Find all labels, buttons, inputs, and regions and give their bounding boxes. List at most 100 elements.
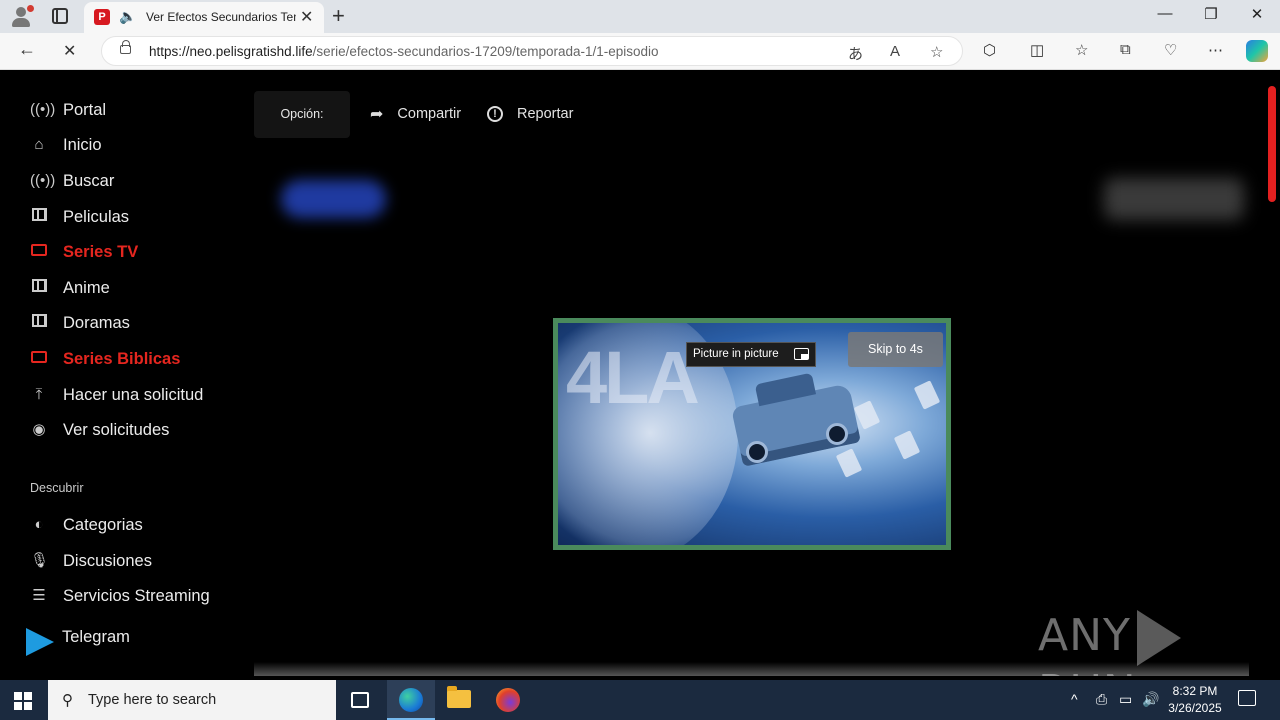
- firefox-icon: [496, 688, 520, 712]
- clock-time: 8:32 PM: [1172, 684, 1218, 698]
- broadcast-icon: ((•)): [30, 101, 56, 118]
- sidebar-item-portal[interactable]: ((•)) Portal: [30, 98, 106, 122]
- sidebar-item-servicios-streaming[interactable]: ☰ Servicios Streaming: [30, 584, 209, 608]
- picture-in-picture-button[interactable]: Picture in picture: [686, 342, 816, 367]
- taskbar-edge[interactable]: [387, 680, 435, 720]
- sidebar-item-label: Ver solicitudes: [63, 420, 170, 439]
- sidebar-item-series-tv[interactable]: Series TV: [30, 240, 138, 264]
- device-icon[interactable]: ⎙: [1096, 691, 1107, 708]
- sidebar-item-telegram[interactable]: Telegram: [26, 622, 130, 656]
- minimize-button[interactable]: —: [1142, 5, 1188, 22]
- telegram-icon: [26, 628, 58, 656]
- section-title-descubrir: Descubrir: [30, 481, 84, 495]
- extensions-icon[interactable]: ⬡: [983, 41, 996, 59]
- sidebar-item-inicio[interactable]: ⌂ Inicio: [30, 133, 101, 157]
- web-page: ((•)) Portal ⌂ Inicio ((•)) Buscar Pelic…: [4, 70, 1276, 676]
- clock-date: 3/26/2025: [1168, 701, 1222, 715]
- blurred-button-right[interactable]: [1104, 178, 1244, 220]
- edge-icon: [399, 688, 423, 712]
- sidebar-item-anime[interactable]: Anime: [30, 276, 110, 300]
- network-icon[interactable]: ▭: [1119, 691, 1132, 708]
- sidebar-item-ver-solicitudes[interactable]: ◉ Ver solicitudes: [30, 418, 169, 442]
- microphone-icon: 🎙: [30, 552, 50, 569]
- sidebar-item-label: Doramas: [63, 313, 130, 332]
- blurred-button-left[interactable]: [281, 180, 386, 218]
- sidebar-item-label: Hacer una solicitud: [63, 385, 204, 404]
- sidebar-item-peliculas[interactable]: Peliculas: [30, 205, 129, 229]
- address-toolbar: ← ✕ https://neo.pelisgratishd.life/serie…: [0, 33, 1280, 70]
- translate-icon[interactable]: あ: [848, 43, 863, 64]
- share-button[interactable]: ➦ Compartir: [370, 104, 461, 124]
- sidebar-item-label: Telegram: [62, 627, 130, 646]
- folder-icon: [447, 686, 471, 708]
- browser-tab[interactable]: P 🔈 Ver Efectos Secundarios Tem ✕: [84, 2, 324, 33]
- notification-icon[interactable]: [1238, 690, 1256, 706]
- film-icon: [30, 208, 48, 226]
- broadcast-icon: ((•)): [30, 172, 56, 189]
- sidebar-item-label: Anime: [63, 278, 110, 297]
- url-bar[interactable]: https://neo.pelisgratishd.life/serie/efe…: [101, 36, 963, 66]
- browser-essentials-icon[interactable]: ♡: [1164, 41, 1177, 59]
- split-screen-icon[interactable]: ◫: [1030, 41, 1044, 59]
- volume-icon[interactable]: 🔊: [1142, 691, 1159, 708]
- home-icon: ⌂: [34, 136, 44, 153]
- sidebar-item-label: Series Biblicas: [63, 349, 181, 368]
- close-window-button[interactable]: ✕: [1234, 5, 1280, 23]
- sidebar-item-label: Portal: [63, 100, 107, 119]
- lock-icon[interactable]: [120, 40, 131, 54]
- more-menu-icon[interactable]: ⋯: [1208, 41, 1223, 59]
- read-aloud-icon[interactable]: A: [890, 43, 900, 60]
- site-favicon-icon: P: [94, 9, 110, 25]
- url-text[interactable]: https://neo.pelisgratishd.life/serie/efe…: [149, 44, 659, 59]
- sidebar-item-buscar[interactable]: ((•)) Buscar: [30, 169, 114, 193]
- favorite-star-icon[interactable]: ☆: [930, 43, 943, 61]
- close-tab-icon[interactable]: ✕: [300, 7, 313, 27]
- sidebar-item-categorias[interactable]: ◐ Categorias: [30, 513, 142, 537]
- tv-icon: [30, 243, 48, 261]
- sidebar-item-label: Discusiones: [63, 551, 152, 570]
- taskbar-file-explorer[interactable]: [435, 680, 483, 720]
- page-scrollbar[interactable]: [1268, 86, 1276, 202]
- profile-icon[interactable]: [8, 4, 34, 28]
- taskbar-firefox[interactable]: [484, 680, 532, 720]
- skip-ad-button[interactable]: Skip to 4s: [848, 332, 943, 367]
- tab-title: Ver Efectos Secundarios Tem: [146, 10, 296, 24]
- share-arrow-icon: ➦: [370, 106, 384, 123]
- sidebar-item-label: Buscar: [63, 171, 115, 190]
- task-view-icon: [351, 692, 369, 708]
- anyrun-watermark-logo: ANYRUN: [1038, 610, 1276, 676]
- windows-start-icon[interactable]: [14, 692, 32, 710]
- windows-taskbar: ⚲ Type here to search ^ ⎙ ▭ 🔊 8:32 PM 3/…: [0, 680, 1280, 720]
- back-button[interactable]: ←: [18, 39, 36, 60]
- ad-background-text: 4LA: [566, 336, 700, 419]
- report-label: Reportar: [517, 106, 574, 122]
- tab-actions-icon[interactable]: [52, 8, 68, 24]
- sidebar: ((•)) Portal ⌂ Inicio ((•)) Buscar Pelic…: [4, 70, 254, 676]
- audio-playing-icon[interactable]: 🔈: [119, 8, 136, 25]
- sidebar-item-doramas[interactable]: Doramas: [30, 311, 130, 335]
- pip-icon: [794, 348, 809, 360]
- restore-button[interactable]: ❐: [1188, 5, 1234, 23]
- sidebar-item-hacer-solicitud[interactable]: ⤒ Hacer una solicitud: [30, 383, 204, 407]
- new-tab-button[interactable]: +: [332, 3, 345, 29]
- stop-loading-button[interactable]: ✕: [63, 41, 76, 61]
- half-circle-icon: ◐: [34, 516, 44, 533]
- sidebar-item-series-biblicas[interactable]: Series Biblicas: [30, 347, 180, 371]
- copilot-icon[interactable]: [1246, 40, 1268, 62]
- film-icon: [30, 314, 48, 332]
- task-view-button[interactable]: [336, 680, 384, 720]
- favorites-icon[interactable]: ☆: [1075, 41, 1088, 59]
- option-button[interactable]: Opción:: [254, 91, 350, 138]
- tv-icon: [30, 350, 48, 368]
- report-button[interactable]: ! Reportar: [487, 106, 573, 122]
- browser-tab-strip: P 🔈 Ver Efectos Secundarios Tem ✕ + — ❐ …: [0, 0, 1280, 33]
- taskbar-search[interactable]: ⚲ Type here to search: [48, 680, 336, 720]
- eye-icon: ◉: [32, 421, 46, 438]
- search-icon: ⚲: [62, 692, 73, 709]
- search-placeholder: Type here to search: [88, 692, 217, 708]
- upload-icon: ⤒: [35, 386, 43, 403]
- collections-icon[interactable]: ⧉: [1120, 41, 1131, 58]
- chevron-up-icon[interactable]: ^: [1071, 691, 1078, 707]
- sidebar-item-discusiones[interactable]: 🎙 Discusiones: [30, 549, 152, 573]
- system-clock[interactable]: 8:32 PM 3/26/2025: [1160, 683, 1230, 717]
